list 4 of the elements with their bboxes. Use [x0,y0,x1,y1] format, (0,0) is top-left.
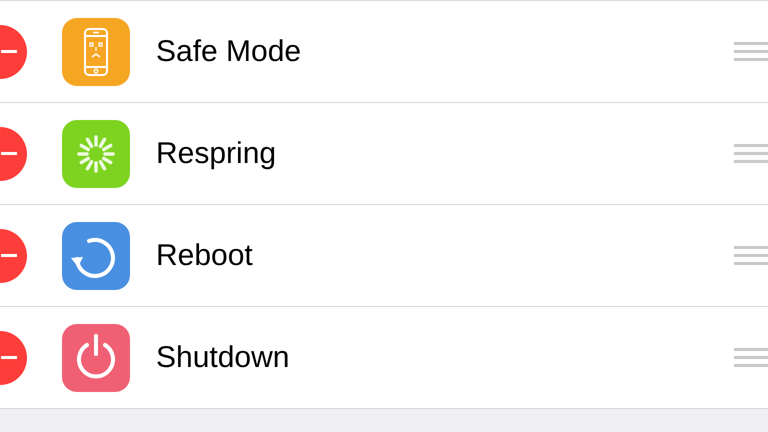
row-label: Respring [156,136,278,170]
row-label: Reboot [156,238,254,272]
row-label: Safe Mode [156,34,302,68]
row-label: Shutdown [156,340,290,374]
